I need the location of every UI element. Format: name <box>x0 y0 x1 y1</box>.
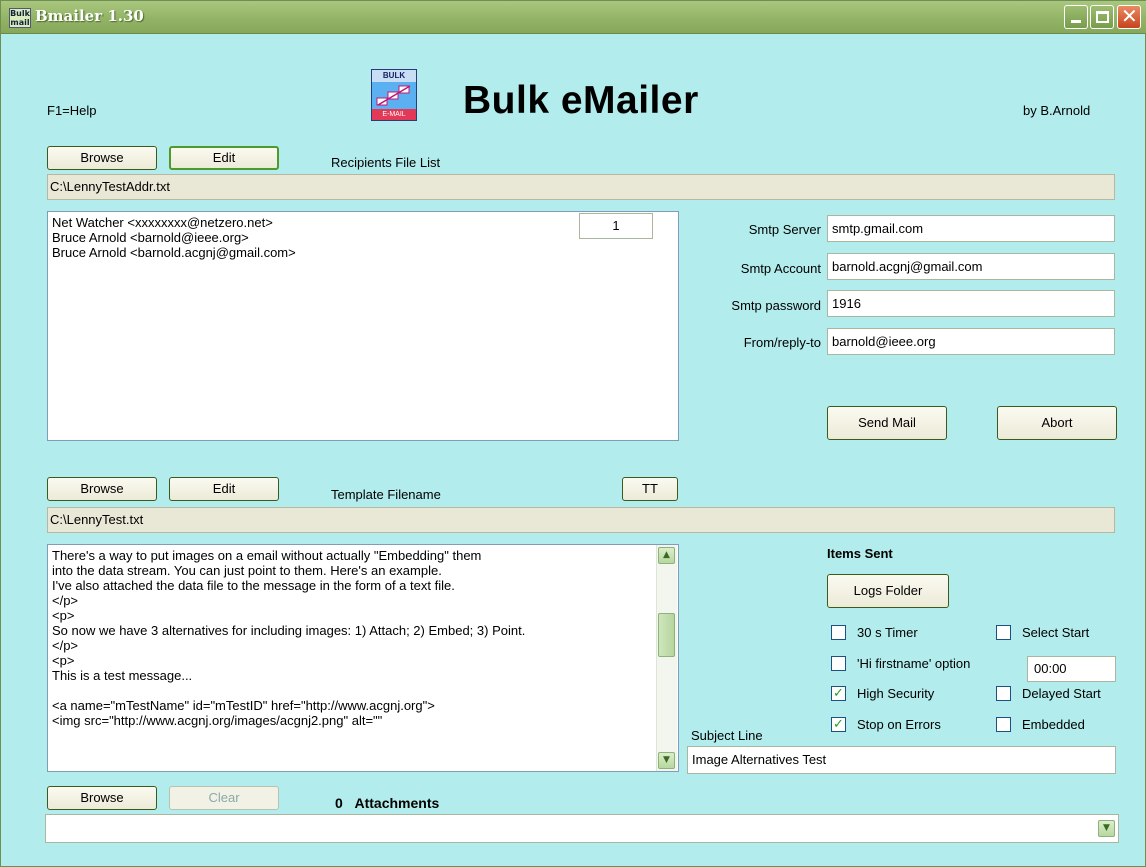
template-line: I've also attached the data file to the … <box>52 578 455 593</box>
template-line: </p> <box>52 638 79 653</box>
template-line: There's a way to put images on a email w… <box>52 548 482 563</box>
app-logo: BULK E-MAIL <box>371 69 417 121</box>
scroll-down-icon[interactable]: ▼ <box>658 752 675 769</box>
stop-on-errors-checkbox[interactable]: ✓ <box>831 717 846 732</box>
embedded-label: Embedded <box>1022 717 1085 732</box>
template-file-path: C:\LennyTest.txt <box>47 507 1115 533</box>
main-window: Bulk mail Bmailer 1.30 ✕ F1=Help BULK E-… <box>0 0 1146 867</box>
smtp-server-field[interactable]: smtp.gmail.com <box>827 215 1115 242</box>
template-edit-button[interactable]: Edit <box>169 477 279 501</box>
template-line: <p> <box>52 653 75 668</box>
logs-folder-button[interactable]: Logs Folder <box>827 574 949 608</box>
high-security-checkbox[interactable]: ✓ <box>831 686 846 701</box>
smtp-account-field[interactable]: barnold.acgnj@gmail.com <box>827 253 1115 280</box>
template-line: into the data stream. You can just point… <box>52 563 442 578</box>
from-reply-to-label: From/reply-to <box>743 335 821 350</box>
app-icon: Bulk mail <box>9 8 31 28</box>
minimize-icon <box>1071 20 1081 23</box>
maximize-icon <box>1096 11 1109 23</box>
delayed-start-checkbox[interactable] <box>996 686 1011 701</box>
abort-button[interactable]: Abort <box>997 406 1117 440</box>
smtp-account-label: Smtp Account <box>740 261 821 276</box>
template-editor[interactable]: There's a way to put images on a email w… <box>47 544 679 772</box>
attachments-dropdown[interactable]: ▼ <box>45 814 1119 843</box>
delayed-start-label: Delayed Start <box>1022 686 1101 701</box>
attachments-label: Attachments <box>354 795 440 811</box>
template-scrollbar[interactable] <box>656 545 677 771</box>
smtp-password-label: Smtp password <box>731 298 821 313</box>
recipients-file-path: C:\LennyTestAddr.txt <box>47 174 1115 200</box>
attachments-count: 0 <box>335 795 343 811</box>
embedded-checkbox[interactable] <box>996 717 1011 732</box>
recipient-counter[interactable]: 1 <box>579 213 653 239</box>
subject-line-label: Subject Line <box>691 728 763 743</box>
scroll-thumb[interactable] <box>658 613 675 657</box>
window-title: Bmailer 1.30 <box>35 7 144 25</box>
scroll-up-icon[interactable]: ▲ <box>658 547 675 564</box>
attachments-clear-button[interactable]: Clear <box>169 786 279 810</box>
recipients-browse-button[interactable]: Browse <box>47 146 157 170</box>
template-line: </p> <box>52 593 79 608</box>
subject-line-field[interactable]: Image Alternatives Test <box>687 746 1116 774</box>
envelope-chain-icon <box>376 85 411 106</box>
high-security-label: High Security <box>857 686 935 701</box>
recipients-file-label: Recipients File List <box>331 155 441 170</box>
help-hint: F1=Help <box>47 103 97 118</box>
template-line: <a name="mTestName" id="mTestID" href="h… <box>52 698 435 713</box>
recipients-edit-button[interactable]: Edit <box>169 146 279 170</box>
smtp-password-field[interactable]: 1916 <box>827 290 1115 317</box>
template-line: <img src="http://www.acgnj.org/images/ac… <box>52 713 383 728</box>
smtp-server-label: Smtp Server <box>748 222 821 237</box>
template-line: <p> <box>52 608 75 623</box>
select-start-checkbox[interactable] <box>996 625 1011 640</box>
template-line: This is a test message... <box>52 668 193 683</box>
template-line: So now we have 3 alternatives for includ… <box>52 623 526 638</box>
select-start-label: Select Start <box>1022 625 1090 640</box>
send-mail-button[interactable]: Send Mail <box>827 406 947 440</box>
items-sent-label: Items Sent <box>827 546 893 561</box>
start-time-field[interactable]: 00:00 <box>1027 656 1116 682</box>
template-line <box>52 683 656 698</box>
recipient-line: Bruce Arnold <barnold.acgnj@gmail.com> <box>52 245 296 260</box>
close-icon: ✕ <box>1121 4 1138 28</box>
hi-firstname-checkbox[interactable] <box>831 656 846 671</box>
minimize-button[interactable] <box>1064 5 1088 29</box>
recipients-list[interactable]: Net Watcher <xxxxxxxx@netzero.net> Bruce… <box>47 211 679 441</box>
hi-firstname-label: 'Hi firstname' option <box>857 656 971 671</box>
author-label: by B.Arnold <box>1023 103 1091 118</box>
tt-button[interactable]: TT <box>622 477 678 501</box>
timer-checkbox[interactable] <box>831 625 846 640</box>
template-filename-label: Template Filename <box>331 487 441 502</box>
app-heading: Bulk eMailer <box>463 79 699 122</box>
title-bar[interactable]: Bulk mail Bmailer 1.30 ✕ <box>1 1 1146 34</box>
stop-on-errors-label: Stop on Errors <box>857 717 941 732</box>
template-browse-button[interactable]: Browse <box>47 477 157 501</box>
attachments-browse-button[interactable]: Browse <box>47 786 157 810</box>
close-button[interactable]: ✕ <box>1117 4 1141 29</box>
attachments-count-label: 0 Attachments <box>335 795 439 811</box>
chevron-down-icon[interactable]: ▼ <box>1098 820 1115 837</box>
maximize-button[interactable] <box>1090 5 1114 29</box>
timer-label: 30 s Timer <box>857 625 918 640</box>
from-reply-to-field[interactable]: barnold@ieee.org <box>827 328 1115 355</box>
